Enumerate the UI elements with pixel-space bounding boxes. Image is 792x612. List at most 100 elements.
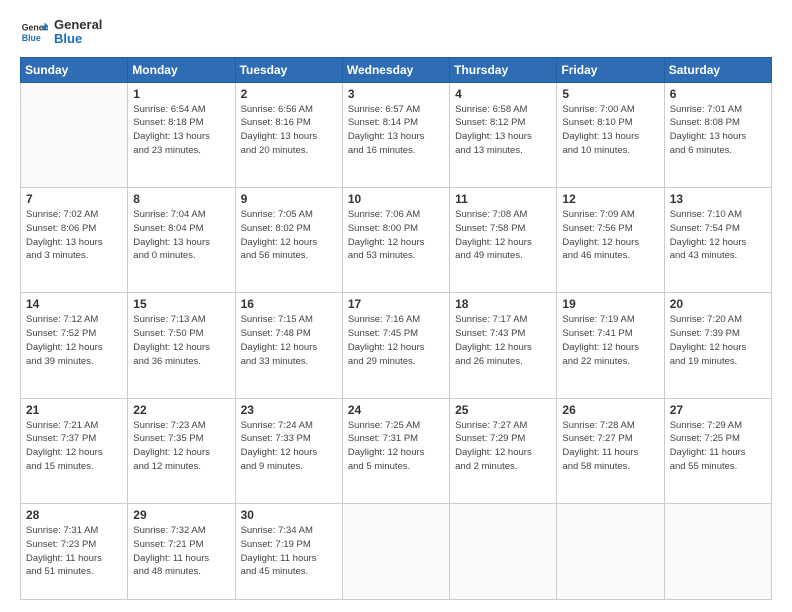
- calendar-day-cell: 2 Sunrise: 6:56 AM Sunset: 8:16 PM Daylig…: [235, 82, 342, 187]
- day-number: 3: [348, 87, 444, 101]
- day-number: 2: [241, 87, 337, 101]
- calendar-day-cell: 11 Sunrise: 7:08 AM Sunset: 7:58 PM Dayli…: [450, 187, 557, 292]
- day-info: Sunrise: 7:23 AM Sunset: 7:35 PM Dayligh…: [133, 419, 229, 474]
- calendar-day-cell: 23 Sunrise: 7:24 AM Sunset: 7:33 PM Dayli…: [235, 398, 342, 503]
- day-info: Sunrise: 7:12 AM Sunset: 7:52 PM Dayligh…: [26, 313, 122, 368]
- day-number: 29: [133, 508, 229, 522]
- calendar-day-cell: [342, 504, 449, 600]
- day-number: 11: [455, 192, 551, 206]
- day-number: 28: [26, 508, 122, 522]
- calendar-day-cell: 6Sunrise: 7:01 AM Sunset: 8:08 PM Daylig…: [664, 82, 771, 187]
- calendar-day-cell: 30Sunrise: 7:34 AM Sunset: 7:19 PM Dayli…: [235, 504, 342, 600]
- day-info: Sunrise: 7:28 AM Sunset: 7:27 PM Dayligh…: [562, 419, 658, 474]
- day-info: Sunrise: 7:04 AM Sunset: 8:04 PM Dayligh…: [133, 208, 229, 263]
- calendar-day-cell: 21 Sunrise: 7:21 AM Sunset: 7:37 PM Dayli…: [21, 398, 128, 503]
- calendar-week-row: 7 Sunrise: 7:02 AM Sunset: 8:06 PM Daylig…: [21, 187, 772, 292]
- calendar-day-cell: 4 Sunrise: 6:58 AM Sunset: 8:12 PM Daylig…: [450, 82, 557, 187]
- day-info: Sunrise: 7:29 AM Sunset: 7:25 PM Dayligh…: [670, 419, 766, 474]
- day-info: Sunrise: 7:02 AM Sunset: 8:06 PM Dayligh…: [26, 208, 122, 263]
- day-number: 19: [562, 297, 658, 311]
- calendar-day-cell: 20Sunrise: 7:20 AM Sunset: 7:39 PM Dayli…: [664, 293, 771, 398]
- day-number: 22: [133, 403, 229, 417]
- day-number: 21: [26, 403, 122, 417]
- calendar-day-cell: 16 Sunrise: 7:15 AM Sunset: 7:48 PM Dayli…: [235, 293, 342, 398]
- calendar-day-cell: 3 Sunrise: 6:57 AM Sunset: 8:14 PM Daylig…: [342, 82, 449, 187]
- day-info: Sunrise: 6:56 AM Sunset: 8:16 PM Dayligh…: [241, 103, 337, 158]
- weekday-header: Monday: [128, 57, 235, 82]
- day-info: Sunrise: 6:57 AM Sunset: 8:14 PM Dayligh…: [348, 103, 444, 158]
- calendar-day-cell: 1 Sunrise: 6:54 AM Sunset: 8:18 PM Daylig…: [128, 82, 235, 187]
- day-number: 12: [562, 192, 658, 206]
- day-info: Sunrise: 7:31 AM Sunset: 7:23 PM Dayligh…: [26, 524, 122, 579]
- day-info: Sunrise: 7:19 AM Sunset: 7:41 PM Dayligh…: [562, 313, 658, 368]
- calendar-day-cell: 28 Sunrise: 7:31 AM Sunset: 7:23 PM Dayli…: [21, 504, 128, 600]
- day-info: Sunrise: 6:54 AM Sunset: 8:18 PM Dayligh…: [133, 103, 229, 158]
- calendar-day-cell: 27 Sunrise: 7:29 AM Sunset: 7:25 PM Dayli…: [664, 398, 771, 503]
- day-info: Sunrise: 7:17 AM Sunset: 7:43 PM Dayligh…: [455, 313, 551, 368]
- calendar-day-cell: 14 Sunrise: 7:12 AM Sunset: 7:52 PM Dayli…: [21, 293, 128, 398]
- calendar-day-cell: 5Sunrise: 7:00 AM Sunset: 8:10 PM Daylig…: [557, 82, 664, 187]
- calendar-day-cell: [664, 504, 771, 600]
- day-number: 13: [670, 192, 766, 206]
- day-number: 14: [26, 297, 122, 311]
- calendar-day-cell: [21, 82, 128, 187]
- day-number: 30: [241, 508, 337, 522]
- calendar-day-cell: 7 Sunrise: 7:02 AM Sunset: 8:06 PM Daylig…: [21, 187, 128, 292]
- day-info: Sunrise: 6:58 AM Sunset: 8:12 PM Dayligh…: [455, 103, 551, 158]
- day-info: Sunrise: 7:09 AM Sunset: 7:56 PM Dayligh…: [562, 208, 658, 263]
- day-number: 1: [133, 87, 229, 101]
- calendar-week-row: 28 Sunrise: 7:31 AM Sunset: 7:23 PM Dayli…: [21, 504, 772, 600]
- calendar-day-cell: 12 Sunrise: 7:09 AM Sunset: 7:56 PM Dayli…: [557, 187, 664, 292]
- weekday-header: Tuesday: [235, 57, 342, 82]
- calendar-day-cell: [450, 504, 557, 600]
- day-info: Sunrise: 7:20 AM Sunset: 7:39 PM Dayligh…: [670, 313, 766, 368]
- weekday-header: Friday: [557, 57, 664, 82]
- day-info: Sunrise: 7:25 AM Sunset: 7:31 PM Dayligh…: [348, 419, 444, 474]
- calendar-day-cell: 15 Sunrise: 7:13 AM Sunset: 7:50 PM Dayli…: [128, 293, 235, 398]
- day-info: Sunrise: 7:32 AM Sunset: 7:21 PM Dayligh…: [133, 524, 229, 579]
- day-number: 16: [241, 297, 337, 311]
- weekday-header: Wednesday: [342, 57, 449, 82]
- day-info: Sunrise: 7:13 AM Sunset: 7:50 PM Dayligh…: [133, 313, 229, 368]
- day-number: 8: [133, 192, 229, 206]
- calendar-day-cell: 18Sunrise: 7:17 AM Sunset: 7:43 PM Dayli…: [450, 293, 557, 398]
- day-info: Sunrise: 7:27 AM Sunset: 7:29 PM Dayligh…: [455, 419, 551, 474]
- calendar-day-cell: 10Sunrise: 7:06 AM Sunset: 8:00 PM Dayli…: [342, 187, 449, 292]
- day-number: 24: [348, 403, 444, 417]
- day-number: 23: [241, 403, 337, 417]
- calendar-header-row: SundayMondayTuesdayWednesdayThursdayFrid…: [21, 57, 772, 82]
- logo-general: General: [54, 18, 102, 32]
- day-info: Sunrise: 7:05 AM Sunset: 8:02 PM Dayligh…: [241, 208, 337, 263]
- day-number: 27: [670, 403, 766, 417]
- logo-icon: General Blue: [20, 18, 48, 46]
- day-number: 26: [562, 403, 658, 417]
- day-info: Sunrise: 7:00 AM Sunset: 8:10 PM Dayligh…: [562, 103, 658, 158]
- weekday-header: Sunday: [21, 57, 128, 82]
- calendar-day-cell: 29 Sunrise: 7:32 AM Sunset: 7:21 PM Dayli…: [128, 504, 235, 600]
- calendar-week-row: 14 Sunrise: 7:12 AM Sunset: 7:52 PM Dayli…: [21, 293, 772, 398]
- day-info: Sunrise: 7:16 AM Sunset: 7:45 PM Dayligh…: [348, 313, 444, 368]
- calendar-day-cell: 24 Sunrise: 7:25 AM Sunset: 7:31 PM Dayli…: [342, 398, 449, 503]
- day-number: 7: [26, 192, 122, 206]
- calendar-day-cell: 8 Sunrise: 7:04 AM Sunset: 8:04 PM Daylig…: [128, 187, 235, 292]
- day-number: 4: [455, 87, 551, 101]
- day-info: Sunrise: 7:15 AM Sunset: 7:48 PM Dayligh…: [241, 313, 337, 368]
- svg-text:Blue: Blue: [22, 33, 41, 43]
- calendar-day-cell: 9 Sunrise: 7:05 AM Sunset: 8:02 PM Daylig…: [235, 187, 342, 292]
- day-number: 15: [133, 297, 229, 311]
- day-number: 17: [348, 297, 444, 311]
- calendar-day-cell: 22 Sunrise: 7:23 AM Sunset: 7:35 PM Dayli…: [128, 398, 235, 503]
- calendar-day-cell: 25 Sunrise: 7:27 AM Sunset: 7:29 PM Dayli…: [450, 398, 557, 503]
- day-number: 25: [455, 403, 551, 417]
- calendar-day-cell: 19 Sunrise: 7:19 AM Sunset: 7:41 PM Dayli…: [557, 293, 664, 398]
- calendar-day-cell: [557, 504, 664, 600]
- day-info: Sunrise: 7:08 AM Sunset: 7:58 PM Dayligh…: [455, 208, 551, 263]
- calendar-day-cell: 17 Sunrise: 7:16 AM Sunset: 7:45 PM Dayli…: [342, 293, 449, 398]
- calendar-week-row: 1 Sunrise: 6:54 AM Sunset: 8:18 PM Daylig…: [21, 82, 772, 187]
- day-number: 9: [241, 192, 337, 206]
- day-info: Sunrise: 7:01 AM Sunset: 8:08 PM Dayligh…: [670, 103, 766, 158]
- calendar-day-cell: 13Sunrise: 7:10 AM Sunset: 7:54 PM Dayli…: [664, 187, 771, 292]
- day-info: Sunrise: 7:21 AM Sunset: 7:37 PM Dayligh…: [26, 419, 122, 474]
- calendar-table: SundayMondayTuesdayWednesdayThursdayFrid…: [20, 57, 772, 600]
- day-info: Sunrise: 7:24 AM Sunset: 7:33 PM Dayligh…: [241, 419, 337, 474]
